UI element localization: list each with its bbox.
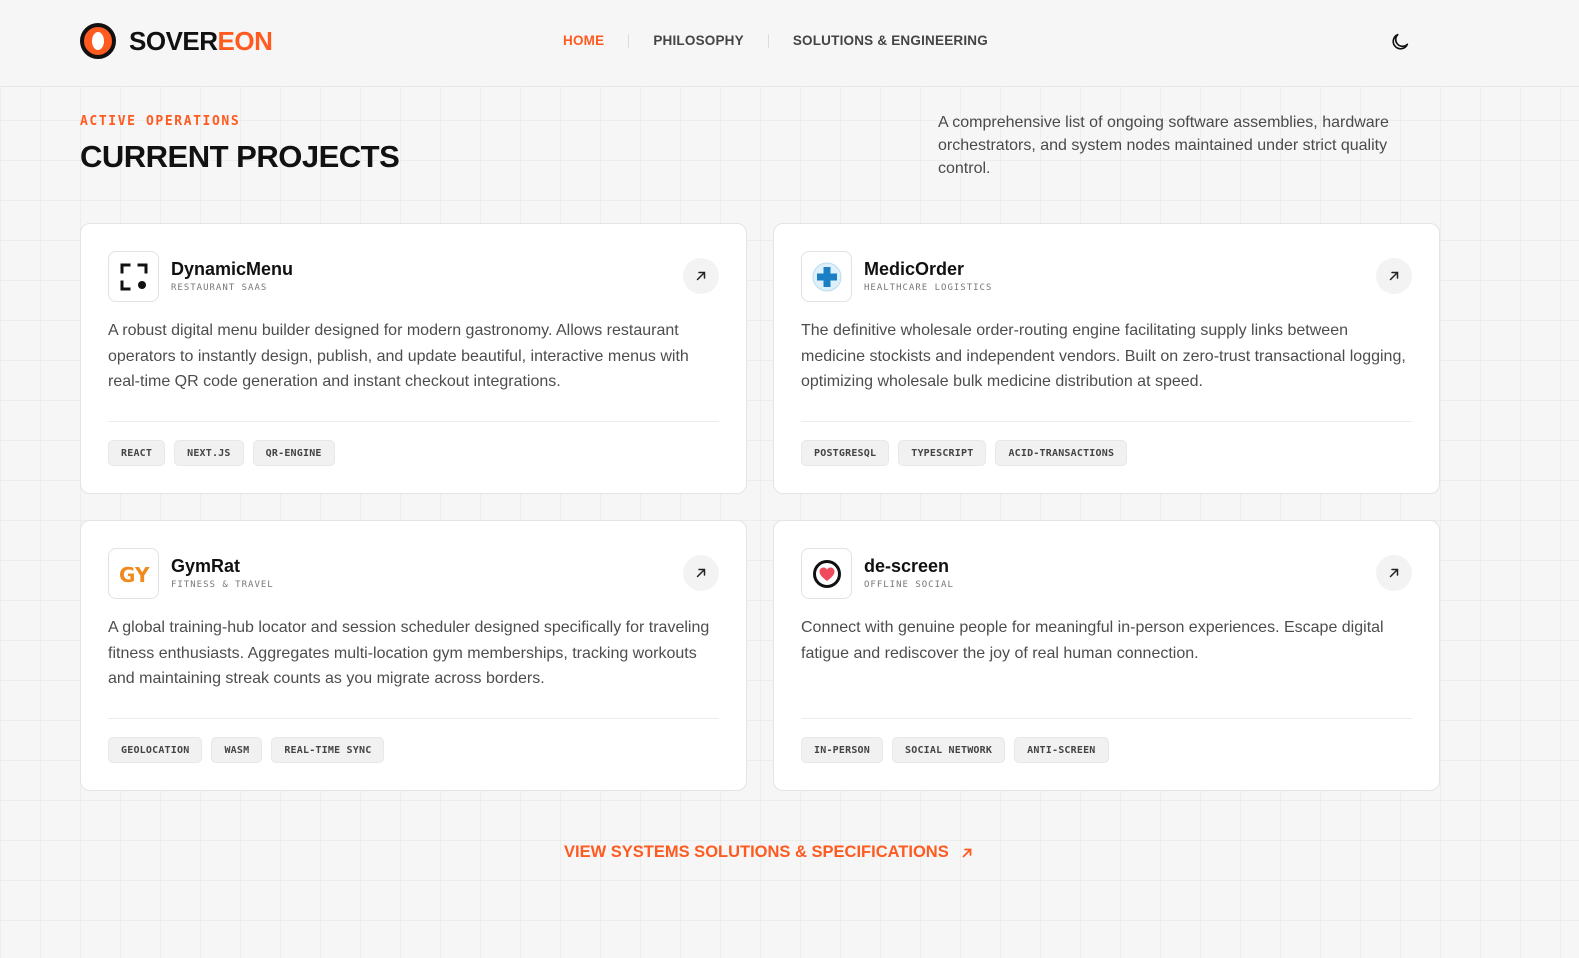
card-divider	[108, 421, 719, 422]
project-card-medicorder[interactable]: MedicOrder HEALTHCARE LOGISTICS The defi…	[773, 223, 1440, 494]
nav-solutions-engineering[interactable]: SOLUTIONS & ENGINEERING	[793, 33, 988, 48]
project-name: GymRat	[171, 556, 241, 576]
project-card-gymrat[interactable]: GYM GymRat FITNESS & TRAVEL A global tra…	[80, 520, 747, 791]
view-solutions-link[interactable]: VIEW SYSTEMS SOLUTIONS & SPECIFICATIONS	[564, 843, 973, 862]
project-category: HEALTHCARE LOGISTICS	[864, 283, 993, 293]
project-category: RESTAURANT SAAS	[171, 283, 268, 293]
tech-tag: SOCIAL NETWORK	[892, 737, 1006, 763]
project-name: de-screen	[864, 556, 950, 576]
nav-divider	[628, 33, 630, 48]
project-category: OFFLINE SOCIAL	[864, 580, 954, 590]
tech-tag: REACT	[108, 440, 166, 466]
svg-text:GYM: GYM	[119, 563, 151, 587]
section-intro: A comprehensive list of ongoing software…	[938, 114, 1389, 177]
project-category: FITNESS & TRAVEL	[171, 580, 274, 590]
tech-tag: ANTI-SCREEN	[1014, 737, 1109, 763]
brand-logo[interactable]: SOVEREON	[80, 23, 273, 59]
arrow-up-right-icon	[696, 271, 706, 281]
brand-name: SOVEREON	[129, 25, 273, 56]
project-icon-box	[108, 251, 159, 302]
tech-tag: POSTGRESQL	[801, 440, 890, 466]
tech-tag: QR-ENGINE	[252, 440, 335, 466]
main-nav: HOME PHILOSOPHY SOLUTIONS & ENGINEERING	[563, 33, 988, 48]
card-divider	[108, 718, 719, 719]
moon-icon	[1392, 33, 1409, 50]
site-header: SOVEREON HOME PHILOSOPHY SOLUTIONS & ENG…	[0, 0, 1579, 87]
open-project-button[interactable]	[683, 555, 719, 591]
arrow-up-right-icon	[1389, 271, 1399, 281]
tech-tag: TYPESCRIPT	[898, 440, 987, 466]
tag-list: IN-PERSON SOCIAL NETWORK ANTI-SCREEN	[801, 737, 1109, 763]
nav-divider	[767, 33, 769, 48]
cta-label: VIEW SYSTEMS SOLUTIONS & SPECIFICATIONS	[564, 843, 949, 861]
arrow-up-right-icon	[962, 848, 972, 857]
project-icon-box	[801, 251, 852, 302]
project-icon-box: GYM	[108, 548, 159, 599]
project-card-dynamicmenu[interactable]: DynamicMenu RESTAURANT SAAS A robust dig…	[80, 223, 747, 494]
project-description: A global training-hub locator and sessio…	[108, 619, 710, 687]
tech-tag: WASM	[211, 737, 263, 763]
project-icon-box	[801, 548, 852, 599]
tech-tag: ACID-TRANSACTIONS	[995, 440, 1128, 466]
project-name: MedicOrder	[864, 259, 965, 279]
theme-toggle-button[interactable]	[1387, 29, 1413, 55]
nav-home[interactable]: HOME	[563, 33, 604, 48]
nav-philosophy[interactable]: PHILOSOPHY	[653, 33, 744, 48]
heart-icon	[812, 559, 841, 588]
open-project-button[interactable]	[1376, 555, 1412, 591]
logo-ring-icon	[80, 23, 116, 59]
tech-tag: NEXT.JS	[174, 440, 244, 466]
medical-cross-icon	[812, 262, 841, 291]
project-card-de-screen[interactable]: de-screen OFFLINE SOCIAL Connect with ge…	[773, 520, 1440, 791]
tech-tag: GEOLOCATION	[108, 737, 203, 763]
arrow-up-right-icon	[1389, 568, 1399, 578]
arrow-up-right-icon	[696, 568, 706, 578]
tech-tag: REAL-TIME SYNC	[271, 737, 385, 763]
section-eyebrow: ACTIVE OPERATIONS	[80, 114, 241, 129]
card-divider	[801, 421, 1412, 422]
project-description: The definitive wholesale order-routing e…	[801, 322, 1406, 390]
open-project-button[interactable]	[1376, 258, 1412, 294]
project-description: Connect with genuine people for meaningf…	[801, 619, 1384, 662]
open-project-button[interactable]	[683, 258, 719, 294]
gym-logo-icon: GYM	[119, 563, 151, 587]
tag-list: POSTGRESQL TYPESCRIPT ACID-TRANSACTIONS	[801, 440, 1128, 466]
tech-tag: IN-PERSON	[801, 737, 883, 763]
project-description: A robust digital menu builder designed f…	[108, 322, 689, 390]
tag-list: REACT NEXT.JS QR-ENGINE	[108, 440, 335, 466]
page-title: CURRENT PROJECTS	[80, 139, 400, 174]
project-name: DynamicMenu	[171, 259, 294, 279]
tag-list: GEOLOCATION WASM REAL-TIME SYNC	[108, 737, 385, 763]
qr-scan-icon	[120, 263, 147, 290]
card-divider	[801, 718, 1412, 719]
